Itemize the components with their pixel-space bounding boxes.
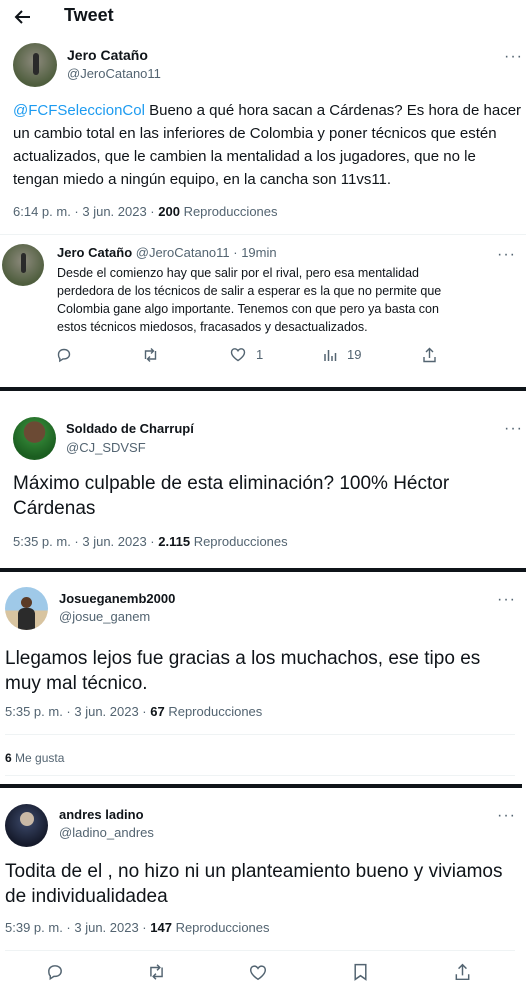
reply-icon[interactable] [56, 347, 72, 363]
views-label: Reproducciones [171, 920, 270, 935]
author-name[interactable]: Soldado de Charrupí [66, 421, 194, 436]
views-count: 67 [150, 704, 165, 719]
back-arrow-icon[interactable] [12, 7, 32, 27]
timestamp[interactable]: 5:35 p. m. · 3 jun. 2023 · [5, 704, 150, 719]
more-icon[interactable]: ··· [504, 421, 523, 437]
section-divider [0, 568, 526, 572]
views-count: 19 [347, 347, 362, 362]
avatar[interactable] [13, 417, 56, 460]
more-icon[interactable]: ··· [497, 808, 516, 824]
page-title: Tweet [64, 5, 114, 25]
tweet-meta: 5:35 p. m. · 3 jun. 2023 · 2.115 Reprodu… [13, 534, 288, 549]
tweet-text: @FCFSeleccionCol Bueno a qué hora sacan … [13, 99, 525, 191]
separator [0, 234, 526, 235]
reply-text: Desde el comienzo hay que salir por el r… [57, 266, 442, 334]
like-button[interactable]: 1 [230, 347, 263, 362]
author-handle[interactable]: @ladino_andres [59, 825, 154, 840]
reply-author-name[interactable]: Jero Cataño [57, 245, 132, 260]
views-label: Reproducciones [179, 204, 278, 219]
tweet-text: Máximo culpable de esta eliminación? 100… [13, 473, 450, 519]
avatar[interactable] [5, 804, 48, 847]
share-icon[interactable] [454, 963, 471, 981]
author-handle[interactable]: @josue_ganem [59, 609, 150, 624]
avatar[interactable] [5, 587, 48, 630]
author-name[interactable]: Josueganemb2000 [59, 591, 175, 606]
like-icon [230, 348, 246, 362]
views-count: 147 [150, 920, 172, 935]
retweet-icon[interactable] [142, 347, 159, 363]
views-button[interactable]: 19 [323, 347, 361, 362]
bookmark-icon[interactable] [353, 963, 368, 981]
tweet-text: Llegamos lejos fue gracias a los muchach… [5, 648, 481, 694]
reply-meta: @JeroCatano11 · 19min [132, 245, 277, 260]
likes-label: Me gusta [11, 751, 65, 765]
section-divider [0, 784, 522, 788]
more-icon[interactable]: ··· [497, 247, 516, 263]
mention-link[interactable]: @FCFSeleccionCol [13, 102, 145, 119]
timestamp[interactable]: 5:39 p. m. · 3 jun. 2023 · [5, 920, 150, 935]
author-name[interactable]: andres ladino [59, 807, 144, 822]
tweet-text: Todita de el , no hizo ni un planteamien… [5, 861, 503, 907]
author-handle[interactable]: @JeroCatano11 [67, 66, 161, 81]
more-icon[interactable]: ··· [504, 49, 523, 65]
section-divider [0, 387, 526, 391]
views-icon [324, 349, 337, 361]
likes-count: 6 [5, 751, 12, 765]
views-label: Reproducciones [164, 704, 263, 719]
avatar[interactable] [13, 43, 57, 87]
reply-header: Jero Cataño @JeroCatano11 · 19min [57, 245, 277, 260]
tweet-meta: 5:39 p. m. · 3 jun. 2023 · 147 Reproducc… [5, 920, 270, 935]
avatar[interactable] [2, 244, 44, 286]
more-icon[interactable]: ··· [497, 592, 516, 608]
author-name[interactable]: Jero Cataño [67, 47, 148, 63]
likes-summary[interactable]: 6 Me gusta [5, 751, 64, 765]
retweet-icon[interactable] [147, 963, 166, 981]
author-handle[interactable]: @CJ_SDVSF [66, 440, 146, 455]
views-count: 200 [158, 204, 180, 219]
separator [5, 775, 515, 776]
like-count: 1 [256, 347, 264, 362]
tweet-meta: 5:35 p. m. · 3 jun. 2023 · 67 Reproducci… [5, 704, 262, 719]
separator [5, 950, 515, 951]
like-icon[interactable] [249, 964, 267, 981]
timestamp[interactable]: 6:14 p. m. · 3 jun. 2023 · [13, 204, 158, 219]
timestamp[interactable]: 5:35 p. m. · 3 jun. 2023 · [13, 534, 158, 549]
separator [5, 734, 515, 735]
reply-icon[interactable] [46, 963, 64, 981]
tweet-meta: 6:14 p. m. · 3 jun. 2023 · 200 Reproducc… [13, 204, 278, 219]
share-icon[interactable] [422, 347, 437, 363]
views-count: 2.115 [158, 534, 191, 549]
views-label: Reproducciones [190, 534, 288, 549]
